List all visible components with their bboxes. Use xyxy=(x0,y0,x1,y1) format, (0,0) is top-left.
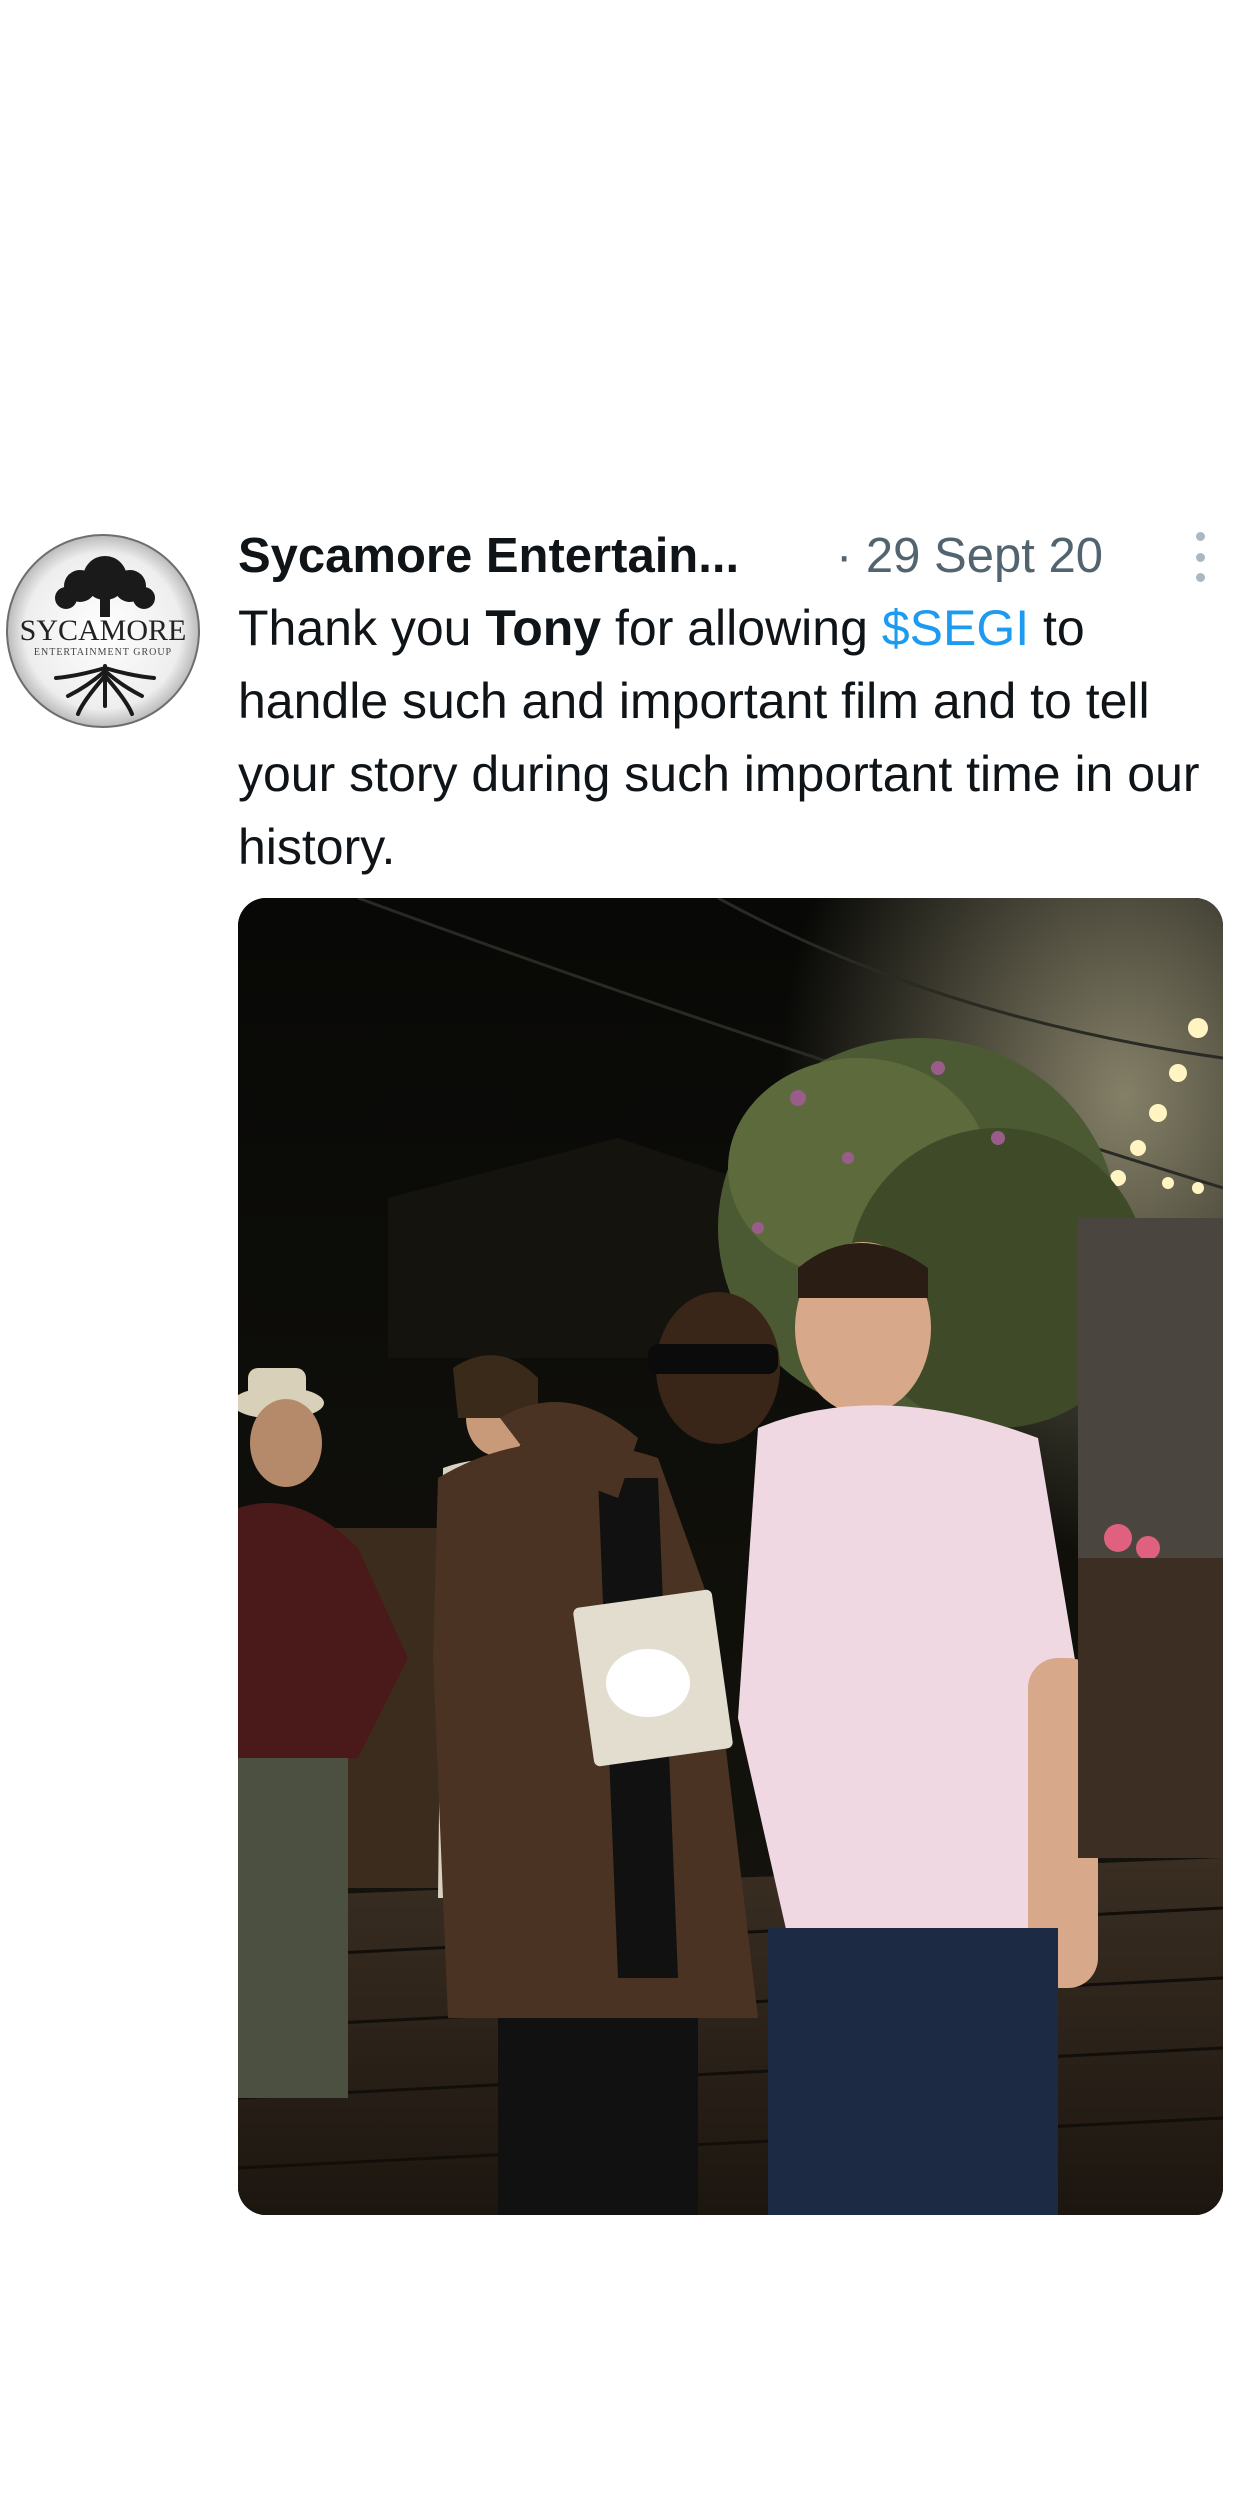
photo-image xyxy=(238,898,1223,2215)
tweet-text: Thank you Tony for allowing $SEGI to han… xyxy=(238,592,1228,884)
tweet-text-part: for allowing xyxy=(601,600,882,656)
tweet-date[interactable]: · 29 Sept 20 xyxy=(836,520,1103,592)
avatar[interactable]: SYCAMORE ENTERTAINMENT GROUP xyxy=(6,534,200,728)
tweet-photo[interactable] xyxy=(238,898,1223,2215)
cashtag-link[interactable]: $SEGI xyxy=(882,600,1029,656)
mention-tony: Tony xyxy=(485,600,602,656)
avatar-logo-word: SYCAMORE xyxy=(19,614,187,647)
display-name[interactable]: Sycamore Entertain... xyxy=(238,520,798,592)
tweet-text-part: Thank you xyxy=(238,600,486,656)
avatar-logo-subtitle: ENTERTAINMENT GROUP xyxy=(33,647,173,658)
more-options-icon[interactable] xyxy=(1182,532,1218,582)
tweet-header: Sycamore Entertain... · 29 Sept 20 xyxy=(238,520,1228,592)
